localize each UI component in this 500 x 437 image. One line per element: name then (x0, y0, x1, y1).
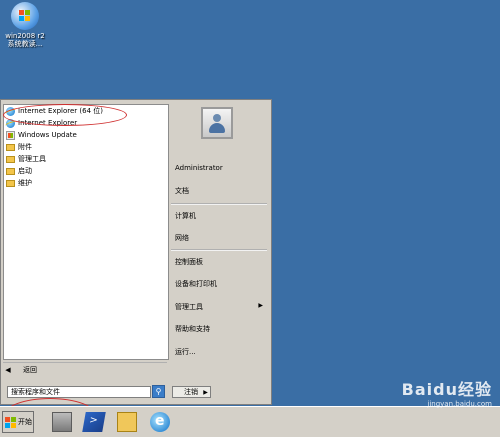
folder-icon (6, 180, 15, 187)
submenu-arrow-icon: ▶ (258, 302, 263, 309)
program-ie-64[interactable]: Internet Explorer (64 位) (4, 105, 168, 117)
menu-item-run[interactable]: 运行... (175, 347, 267, 357)
program-list: Internet Explorer (64 位) Internet Explor… (3, 104, 169, 360)
menu-item-devices-printers[interactable]: 设备和打印机 (175, 279, 267, 289)
taskbar: 开始 (0, 406, 500, 437)
windows-logo-icon (11, 2, 39, 30)
search-input[interactable]: 搜索程序和文件 (7, 386, 151, 398)
ie-icon (6, 118, 15, 128)
menu-item-documents[interactable]: 文档 (175, 186, 267, 196)
program-label: Internet Explorer (18, 119, 78, 127)
folder-icon (6, 168, 15, 175)
windows-update-icon (6, 130, 15, 140)
program-folder-admin-tools[interactable]: 管理工具 (4, 153, 168, 165)
desktop-icon-win2008[interactable]: win2008 r2 系统教读... (2, 2, 48, 48)
program-folder-maintenance[interactable]: 维护 (4, 177, 168, 189)
search-placeholder: 搜索程序和文件 (11, 388, 60, 396)
desktop-icon-label-1: win2008 r2 (5, 32, 45, 40)
menu-item-control-panel[interactable]: 控制面板 (175, 257, 267, 267)
left-arrow-icon: ◀ (5, 366, 11, 374)
ie-icon (6, 106, 15, 116)
menu-item-label: 管理工具 (175, 303, 203, 311)
back-button[interactable]: ◀ 返回 (3, 362, 167, 377)
separator (171, 203, 267, 205)
program-folder-startup[interactable]: 启动 (4, 165, 168, 177)
program-folder-accessories[interactable]: 附件 (4, 141, 168, 153)
program-label: 管理工具 (18, 155, 46, 163)
desktop-icon-label-2: 系统教读... (7, 40, 43, 48)
user-body-icon (209, 123, 225, 133)
back-label: 返回 (23, 366, 37, 374)
menu-item-network[interactable]: 网络 (175, 233, 267, 243)
menu-item-administrator[interactable]: Administrator (175, 164, 267, 172)
ie-icon[interactable] (150, 412, 170, 432)
program-label: 附件 (18, 143, 32, 151)
program-windows-update[interactable]: Windows Update (4, 129, 168, 141)
shutdown-options-arrow-icon[interactable]: ▶ (201, 386, 211, 398)
user-head-icon (213, 114, 221, 122)
folder-icon (6, 156, 15, 163)
baidu-watermark: Baidu经验 jingyan.baidu.com (402, 376, 492, 408)
program-label: 维护 (18, 179, 32, 187)
search-icon[interactable]: ⚲ (152, 385, 165, 398)
server-manager-icon[interactable] (52, 412, 72, 432)
menu-item-help-support[interactable]: 帮助和支持 (175, 324, 267, 334)
watermark-brand: Baidu经验 (401, 380, 492, 399)
program-ie[interactable]: Internet Explorer (4, 117, 168, 129)
avatar[interactable] (201, 107, 233, 139)
menu-item-computer[interactable]: 计算机 (175, 211, 267, 221)
start-button[interactable]: 开始 (2, 411, 34, 433)
folder-icon (6, 144, 15, 151)
start-menu: Internet Explorer (64 位) Internet Explor… (0, 99, 272, 405)
program-label: Internet Explorer (64 位) (18, 107, 103, 115)
start-label: 开始 (18, 418, 32, 426)
menu-item-admin-tools[interactable]: 管理工具 ▶ (175, 302, 267, 312)
powershell-icon[interactable] (82, 412, 106, 432)
program-label: Windows Update (18, 131, 77, 139)
watermark-sub: jingyan.baidu.com (427, 400, 492, 408)
explorer-icon[interactable] (117, 412, 137, 432)
windows-flag-icon (5, 416, 16, 428)
program-label: 启动 (18, 167, 32, 175)
separator (171, 249, 267, 251)
start-menu-right-pane: Administrator 文档 计算机 网络 控制面板 设备和打印机 管理工具… (169, 104, 269, 380)
